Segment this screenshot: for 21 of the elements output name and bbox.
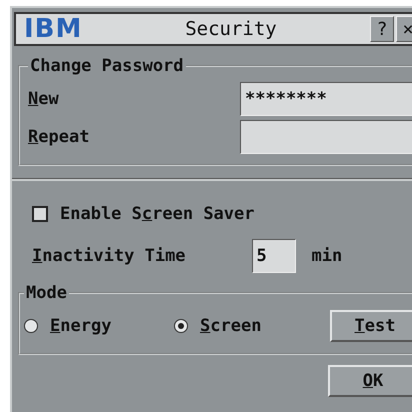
group-legend: Change Password <box>28 56 186 76</box>
group-legend: Mode <box>24 283 69 303</box>
radio-label: Energy <box>50 316 112 336</box>
help-button[interactable]: ? <box>370 16 394 42</box>
checkbox-label: Enable Sc reen Saver <box>60 204 254 224</box>
password-field[interactable]: ******** <box>240 82 412 116</box>
close-button[interactable]: × <box>396 16 412 42</box>
radio-button[interactable] <box>24 319 38 333</box>
radio-button[interactable] <box>174 319 188 333</box>
field-label: Inactivity Time <box>32 246 186 266</box>
field-label: Repeat <box>28 127 90 147</box>
test-button[interactable]: Test <box>330 310 412 342</box>
ok-button[interactable]: OK <box>328 365 412 397</box>
time-field[interactable]: 5 <box>252 239 296 273</box>
password-field[interactable] <box>240 120 412 154</box>
radio-label: Screen <box>200 316 262 336</box>
window-title: Security <box>184 18 278 40</box>
unit-label: min <box>312 246 342 266</box>
field-label: New <box>28 89 59 109</box>
checkbox[interactable] <box>32 206 48 222</box>
logo: IBM <box>24 14 84 44</box>
